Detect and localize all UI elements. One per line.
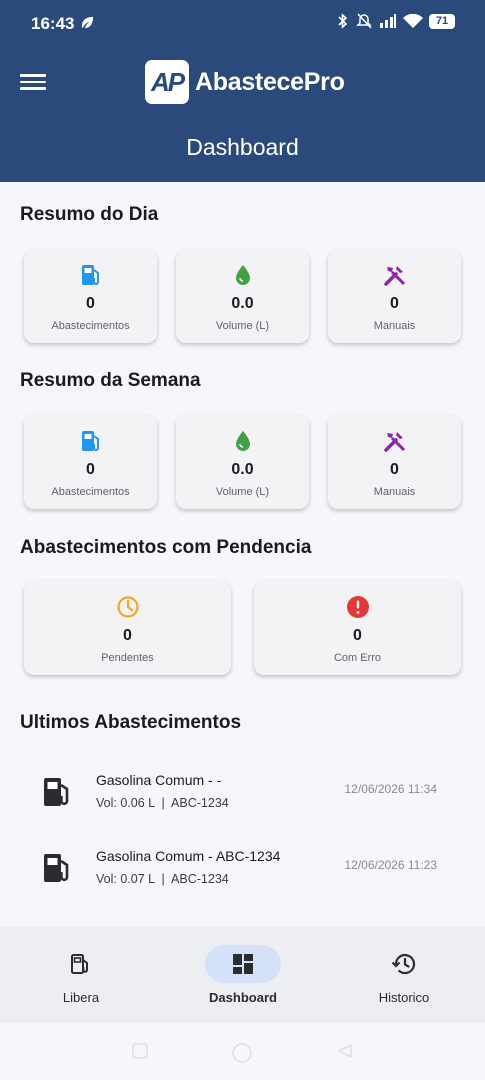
nav-label: Dashboard <box>209 990 277 1005</box>
history-icon <box>366 945 442 983</box>
list-item-subtitle: Vol: 0.07 L | ABC-1234 <box>96 872 229 886</box>
card-value: 0 <box>390 295 399 312</box>
error-icon <box>254 595 461 619</box>
menu-button[interactable] <box>20 70 46 94</box>
nav-label: Historico <box>378 990 430 1005</box>
nav-label: Libera <box>62 990 100 1005</box>
section-title-ultimos: Ultimos Abastecimentos <box>20 712 242 733</box>
card-label: Manuais <box>373 486 416 498</box>
card-label: Abastecimentos <box>51 320 130 332</box>
list-item-date: 12/06/2026 11:34 <box>344 782 437 796</box>
card-dia-abastecimentos[interactable]: 0 Abastecimentos <box>24 249 157 343</box>
tools-icon <box>328 263 461 287</box>
status-time: 16:43 <box>31 14 75 33</box>
recents-button[interactable] <box>131 1042 149 1065</box>
card-label: Manuais <box>373 320 416 332</box>
card-value: 0 <box>390 461 399 478</box>
list-item[interactable]: Gasolina Comum - ABC-1234 Vol: 0.07 L | … <box>20 842 465 904</box>
tools-icon <box>328 429 461 453</box>
logo-mark: AP <box>145 60 189 104</box>
system-navigation-bar <box>0 1023 485 1080</box>
nav-item-dashboard[interactable]: Dashboard <box>162 927 324 1023</box>
card-com-erro[interactable]: 0 Com Erro <box>254 581 461 675</box>
water-drop-icon <box>176 429 309 453</box>
status-icons: 71 <box>336 13 455 29</box>
card-dia-volume[interactable]: 0.0 Volume (L) <box>176 249 309 343</box>
card-value: 0 <box>353 627 362 644</box>
wifi-icon <box>403 14 423 28</box>
fuel-pump-icon <box>24 263 157 287</box>
fuel-pump-icon <box>42 776 72 813</box>
card-label: Pendentes <box>101 652 154 664</box>
app-name: AbastecePro <box>195 67 345 96</box>
nav-item-libera[interactable]: Libera <box>0 927 162 1023</box>
card-label: Volume (L) <box>215 320 270 332</box>
leaf-icon <box>80 15 95 35</box>
card-semana-volume[interactable]: 0.0 Volume (L) <box>176 415 309 509</box>
card-value: 0 <box>123 627 132 644</box>
card-label: Com Erro <box>333 652 382 664</box>
list-item-date: 12/06/2026 11:23 <box>344 858 437 872</box>
card-value: 0 <box>86 461 95 478</box>
section-title-resumo-semana: Resumo da Semana <box>20 370 201 391</box>
app-logo: AP AbastecePro <box>145 60 345 104</box>
card-value: 0.0 <box>231 461 254 478</box>
card-label: Abastecimentos <box>51 486 130 498</box>
dashboard-icon <box>205 945 281 983</box>
mute-icon <box>356 13 372 29</box>
section-title-pendencias: Abastecimentos com Pendencia <box>20 537 312 558</box>
fuel-pump-outline-icon <box>43 945 119 983</box>
fuel-pump-icon <box>42 852 72 889</box>
card-value: 0.0 <box>231 295 254 312</box>
back-button[interactable] <box>336 1042 354 1065</box>
fuel-pump-icon <box>24 429 157 453</box>
list-item-title: Gasolina Comum - - <box>96 772 222 788</box>
card-semana-abastecimentos[interactable]: 0 Abastecimentos <box>24 415 157 509</box>
home-button[interactable] <box>231 1042 253 1069</box>
bottom-navigation: Libera Dashboard Historico <box>0 927 485 1023</box>
clock-icon <box>24 595 231 619</box>
app-header: 16:43 71 AP AbastecePro Dashboard <box>0 0 485 182</box>
section-title-resumo-dia: Resumo do Dia <box>20 204 159 225</box>
card-semana-manuais[interactable]: 0 Manuais <box>328 415 461 509</box>
card-pendentes[interactable]: 0 Pendentes <box>24 581 231 675</box>
card-value: 0 <box>86 295 95 312</box>
water-drop-icon <box>176 263 309 287</box>
status-bar: 16:43 71 <box>0 0 485 48</box>
nav-item-historico[interactable]: Historico <box>323 927 485 1023</box>
signal-icon <box>380 14 396 28</box>
card-label: Volume (L) <box>215 486 270 498</box>
list-item[interactable]: Gasolina Comum - - Vol: 0.06 L | ABC-123… <box>20 766 465 828</box>
battery-indicator: 71 <box>429 13 455 29</box>
bluetooth-icon <box>338 13 348 29</box>
page-title: Dashboard <box>186 134 299 160</box>
card-dia-manuais[interactable]: 0 Manuais <box>328 249 461 343</box>
list-item-title: Gasolina Comum - ABC-1234 <box>96 848 281 864</box>
list-item-subtitle: Vol: 0.06 L | ABC-1234 <box>96 796 229 810</box>
